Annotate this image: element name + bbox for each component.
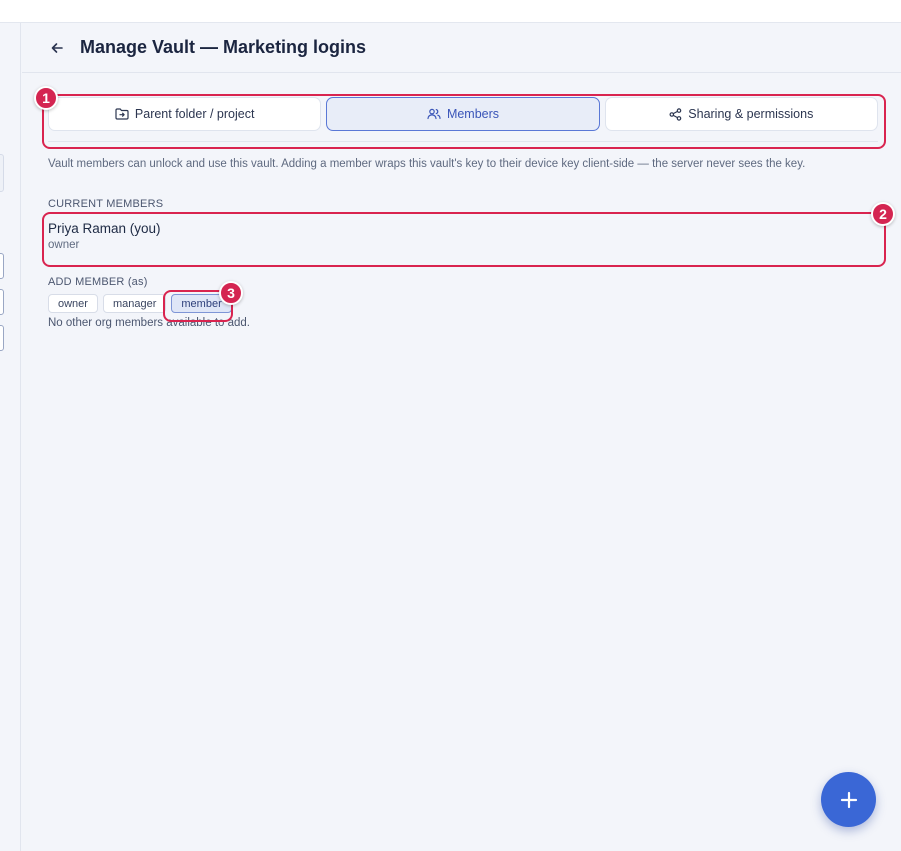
role-chip-owner[interactable]: owner [48,294,98,313]
sidebar-edge-tab[interactable] [0,154,4,192]
back-button[interactable] [46,37,68,59]
tab-parent-folder[interactable]: Parent folder / project [48,97,322,131]
left-sidebar-strip [0,23,21,851]
role-selector: owner manager member [48,294,232,313]
arrow-left-icon [51,43,63,53]
plus-icon [840,791,857,808]
tab-label: Parent folder / project [134,107,255,121]
member-row: Priya Raman (you) owner [48,221,878,257]
tab-label: Sharing & permissions [688,107,814,121]
vault-description: Vault members can unlock and use this va… [48,158,806,170]
page-title: Manage Vault — Marketing logins [80,37,367,57]
role-chip-manager[interactable]: manager [102,294,167,313]
current-members-heading: CURRENT MEMBERS [48,198,164,210]
top-bar [0,0,901,23]
add-member-heading: ADD MEMBER (as) [48,276,148,288]
no-members-message: No other org members available to add. [48,317,250,329]
sidebar-edge-tab[interactable] [0,325,4,351]
users-icon [427,108,441,120]
tab-sharing-permissions[interactable]: Sharing & permissions [604,97,878,131]
page-header: Manage Vault — Marketing logins [22,23,901,73]
member-role: owner [48,239,80,251]
add-fab-button[interactable] [821,772,876,827]
annotation-badge: 1 [34,86,58,110]
annotation-badge: 3 [219,281,243,305]
divider [48,141,878,142]
folder-move-icon [115,108,129,120]
share-icon [669,107,682,121]
annotation-badge: 2 [871,202,895,226]
sidebar-edge-tab[interactable] [0,253,4,279]
tab-members[interactable]: Members [326,97,600,131]
member-name: Priya Raman (you) [48,221,161,236]
vault-tabs: Parent folder / project Members Sharing … [48,97,878,131]
sidebar-edge-tab[interactable] [0,289,4,315]
tab-label: Members [446,107,500,121]
main-panel: Manage Vault — Marketing logins Parent f… [22,23,901,851]
